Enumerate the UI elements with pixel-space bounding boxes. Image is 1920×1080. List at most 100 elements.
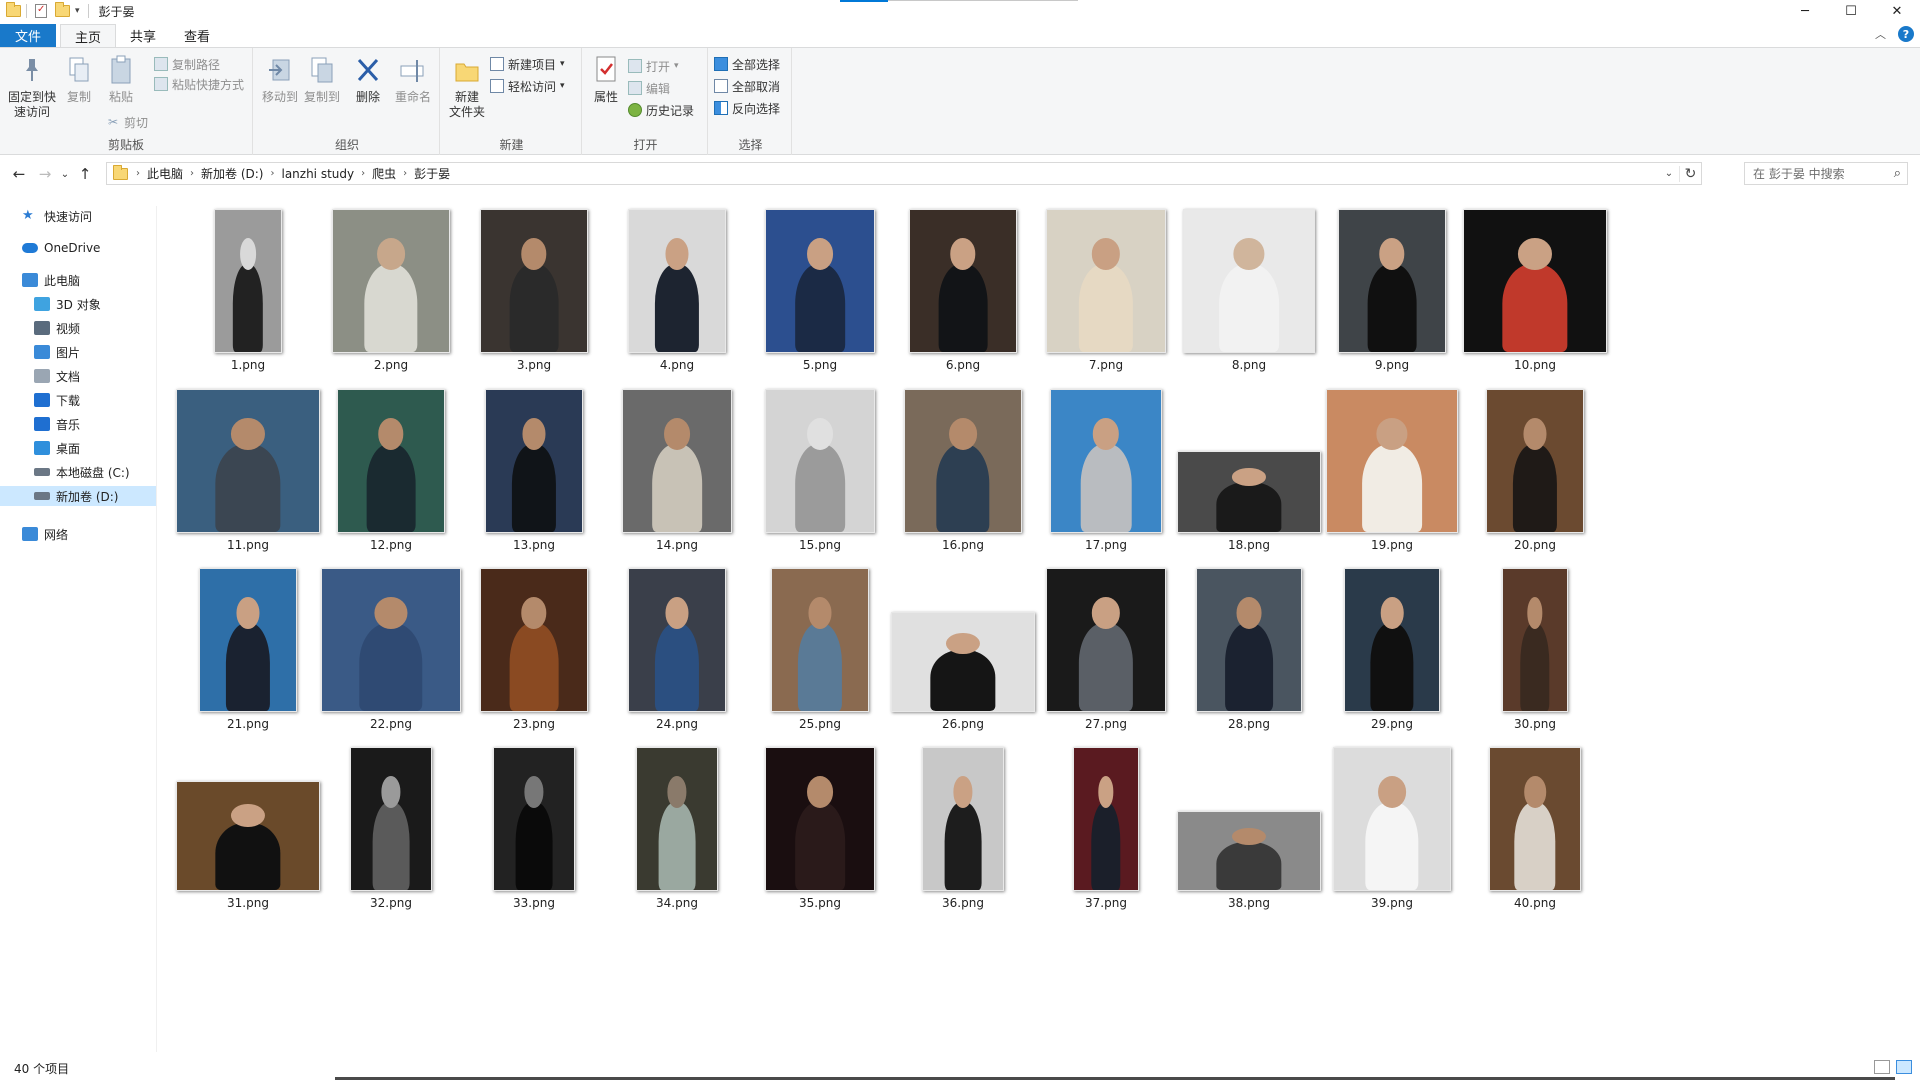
file-item[interactable]: 17.png <box>1031 383 1181 559</box>
history-button[interactable]: 历史记录 <box>628 100 694 120</box>
new-item-button[interactable]: 新建项目 ▾ <box>490 54 565 74</box>
file-item[interactable]: 33.png <box>459 741 609 917</box>
forward-icon[interactable]: → <box>32 165 58 183</box>
invert-selection-button[interactable]: 反向选择 <box>714 98 780 118</box>
refresh-icon[interactable]: ↻ <box>1679 165 1701 182</box>
properties-quick-icon[interactable] <box>35 4 47 18</box>
file-item[interactable]: 40.png <box>1460 741 1610 917</box>
file-item[interactable]: 39.png <box>1317 741 1467 917</box>
breadcrumb-current-folder[interactable]: 彭于晏 <box>407 165 457 182</box>
customize-toolbar-icon[interactable]: ▾ <box>75 6 80 16</box>
new-folder-button[interactable]: 新建 文件夹 <box>448 54 486 120</box>
select-none-button[interactable]: 全部取消 <box>714 76 780 96</box>
file-item[interactable]: 29.png <box>1317 562 1467 738</box>
sidebar-item[interactable]: 文档 <box>0 366 156 386</box>
file-item[interactable]: 34.png <box>602 741 752 917</box>
file-item[interactable]: 5.png <box>745 203 895 379</box>
file-item[interactable]: 12.png <box>316 383 466 559</box>
file-item[interactable]: 6.png <box>888 203 1038 379</box>
file-item[interactable]: 18.png <box>1174 383 1324 559</box>
copy-button[interactable]: 复制 <box>62 54 96 105</box>
sidebar-item[interactable]: OneDrive <box>0 238 156 258</box>
file-item[interactable]: 13.png <box>459 383 609 559</box>
close-button[interactable]: ✕ <box>1874 0 1920 22</box>
file-item[interactable]: 2.png <box>316 203 466 379</box>
file-item[interactable]: 32.png <box>316 741 466 917</box>
file-item[interactable]: 21.png <box>173 562 323 738</box>
help-icon[interactable]: ? <box>1898 26 1914 42</box>
edit-button[interactable]: 编辑 <box>628 78 670 98</box>
copy-path-button[interactable]: 复制路径 <box>154 54 220 74</box>
pin-quick-access-button[interactable]: 固定到快 速访问 <box>6 54 58 120</box>
copy-to-button[interactable]: 复制到 <box>303 54 341 105</box>
collapse-ribbon-icon[interactable]: ︿ <box>1875 26 1886 42</box>
sidebar-item[interactable]: 下载 <box>0 390 156 410</box>
address-bar[interactable]: › 此电脑 › 新加卷 (D:) › lanzhi study › 爬虫 › 彭… <box>106 162 1702 185</box>
move-to-button[interactable]: 移动到 <box>261 54 299 105</box>
sidebar-item[interactable]: 此电脑 <box>0 270 156 290</box>
file-item[interactable]: 8.png <box>1174 203 1324 379</box>
file-item[interactable]: 20.png <box>1460 383 1610 559</box>
tab-home[interactable]: 主页 <box>60 24 117 47</box>
easy-access-button[interactable]: 轻松访问 ▾ <box>490 76 565 96</box>
sidebar-item[interactable]: 图片 <box>0 342 156 362</box>
delete-button[interactable]: 删除 <box>351 54 385 105</box>
file-item[interactable]: 30.png <box>1460 562 1610 738</box>
file-item[interactable]: 3.png <box>459 203 609 379</box>
search-input[interactable]: 在 彭于晏 中搜索 ⌕ <box>1744 162 1908 185</box>
file-item[interactable]: 27.png <box>1031 562 1181 738</box>
select-all-button[interactable]: 全部选择 <box>714 54 780 74</box>
file-item[interactable]: 1.png <box>173 203 323 379</box>
up-icon[interactable]: ↑ <box>72 165 98 183</box>
sidebar-item[interactable]: 网络 <box>0 524 156 544</box>
tab-view[interactable]: 查看 <box>170 24 224 47</box>
file-item[interactable]: 36.png <box>888 741 1038 917</box>
file-item[interactable]: 38.png <box>1174 741 1324 917</box>
tab-file[interactable]: 文件 <box>0 24 56 47</box>
sidebar-item[interactable]: 新加卷 (D:) <box>0 486 156 506</box>
file-item[interactable]: 23.png <box>459 562 609 738</box>
details-view-icon[interactable] <box>1874 1060 1890 1074</box>
tab-share[interactable]: 共享 <box>116 24 170 47</box>
maximize-button[interactable]: ☐ <box>1828 0 1874 22</box>
sidebar-item[interactable]: 音乐 <box>0 414 156 434</box>
file-item[interactable]: 22.png <box>316 562 466 738</box>
file-item[interactable]: 35.png <box>745 741 895 917</box>
sidebar-item[interactable]: ★ 快速访问 <box>0 206 156 226</box>
file-item[interactable]: 15.png <box>745 383 895 559</box>
file-item[interactable]: 26.png <box>888 562 1038 738</box>
file-item[interactable]: 14.png <box>602 383 752 559</box>
file-item[interactable]: 19.png <box>1317 383 1467 559</box>
file-item[interactable]: 10.png <box>1460 203 1610 379</box>
breadcrumb-crawler[interactable]: 爬虫 <box>365 165 403 182</box>
file-item[interactable]: 28.png <box>1174 562 1324 738</box>
minimize-button[interactable]: ─ <box>1782 0 1828 22</box>
sidebar-item[interactable]: 视频 <box>0 318 156 338</box>
file-item[interactable]: 16.png <box>888 383 1038 559</box>
file-item[interactable]: 9.png <box>1317 203 1467 379</box>
breadcrumb-lanzhi-study[interactable]: lanzhi study <box>274 167 361 181</box>
file-item[interactable]: 7.png <box>1031 203 1181 379</box>
cut-button[interactable]: ✂ 剪切 <box>106 112 148 132</box>
sidebar-item[interactable]: 3D 对象 <box>0 294 156 314</box>
sidebar-item[interactable]: 本地磁盘 (C:) <box>0 462 156 482</box>
search-icon[interactable]: ⌕ <box>1894 166 1901 181</box>
open-button[interactable]: 打开 ▾ <box>628 56 679 76</box>
file-item[interactable]: 11.png <box>173 383 323 559</box>
paste-button[interactable]: 粘贴 <box>104 54 138 105</box>
properties-button[interactable]: 属性 <box>590 54 622 105</box>
recent-locations-icon[interactable]: ⌄ <box>58 169 72 180</box>
file-item[interactable]: 31.png <box>173 741 323 917</box>
breadcrumb-this-pc[interactable]: 此电脑 <box>140 165 190 182</box>
file-item[interactable]: 4.png <box>602 203 752 379</box>
paste-shortcut-button[interactable]: 粘贴快捷方式 <box>154 74 244 94</box>
sidebar-item[interactable]: 桌面 <box>0 438 156 458</box>
address-dropdown-icon[interactable]: ⌄ <box>1659 168 1679 179</box>
new-folder-quick-icon[interactable] <box>55 2 71 21</box>
file-item[interactable]: 25.png <box>745 562 895 738</box>
rename-button[interactable]: 重命名 <box>393 54 433 105</box>
file-item[interactable]: 24.png <box>602 562 752 738</box>
file-item[interactable]: 37.png <box>1031 741 1181 917</box>
large-icons-view-icon[interactable] <box>1896 1060 1912 1074</box>
breadcrumb-drive-d[interactable]: 新加卷 (D:) <box>194 165 270 182</box>
